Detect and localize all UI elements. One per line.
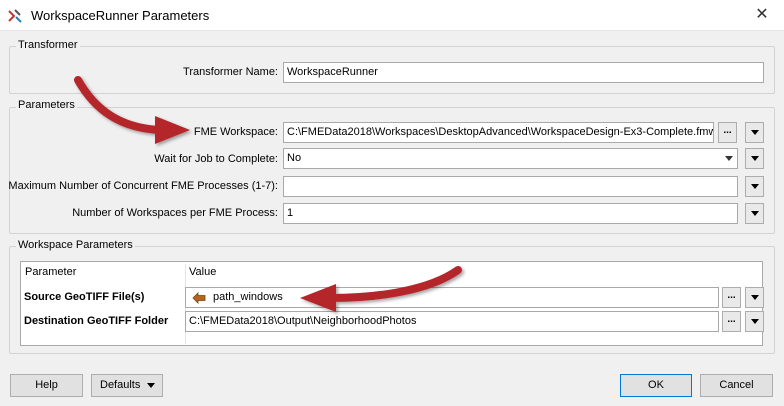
table-row-label: Destination GeoTIFF Folder [24, 315, 169, 327]
destination-geotiff-menu-button[interactable] [745, 311, 764, 332]
wait-for-job-value: No [287, 152, 302, 164]
max-processes-menu-button[interactable] [745, 176, 764, 197]
defaults-button[interactable]: Defaults [91, 374, 163, 397]
workspaces-per-process-input[interactable]: 1 [283, 203, 738, 224]
defaults-button-label: Defaults [100, 379, 141, 391]
source-geotiff-menu-button[interactable] [745, 287, 764, 308]
source-geotiff-value: path_windows [213, 291, 283, 303]
workspaces-per-process-menu-button[interactable] [745, 203, 764, 224]
window-title: WorkspaceRunner Parameters [31, 8, 210, 23]
chevron-down-icon [751, 156, 759, 161]
parameters-group-title: Parameters [16, 99, 77, 111]
wait-for-job-label: Wait for Job to Complete: [154, 153, 278, 165]
fme-workspace-input[interactable]: C:\FMEData2018\Workspaces\DesktopAdvance… [283, 122, 714, 143]
chevron-down-icon [751, 319, 759, 324]
table-row-label: Source GeoTIFF File(s) [24, 291, 145, 303]
source-geotiff-browse-button[interactable]: ... [722, 287, 741, 308]
fme-transformer-icon [8, 9, 22, 23]
close-icon[interactable]: ✕ [747, 4, 777, 26]
chevron-down-icon [725, 156, 733, 161]
fme-workspace-browse-button[interactable]: ... [718, 122, 737, 143]
column-header-parameter: Parameter [25, 266, 77, 278]
max-processes-label: Maximum Number of Concurrent FME Process… [8, 180, 278, 192]
transformer-name-label: Transformer Name: [183, 66, 278, 78]
ok-button[interactable]: OK [620, 374, 692, 397]
chevron-down-icon [751, 295, 759, 300]
title-bar: WorkspaceRunner Parameters ✕ [0, 0, 784, 31]
transformer-group-title: Transformer [16, 39, 80, 51]
help-button[interactable]: Help [10, 374, 83, 397]
chevron-down-icon [147, 383, 155, 388]
chevron-down-icon [751, 211, 759, 216]
fme-workspace-label: FME Workspace: [193, 126, 278, 138]
chevron-down-icon [751, 130, 759, 135]
transformer-name-input[interactable]: WorkspaceRunner [283, 62, 764, 83]
wait-for-job-select[interactable]: No [283, 148, 738, 169]
source-geotiff-input[interactable]: path_windows [185, 287, 719, 308]
chevron-down-icon [751, 184, 759, 189]
workspaces-per-process-label: Number of Workspaces per FME Process: [72, 207, 278, 219]
destination-geotiff-browse-button[interactable]: ... [722, 311, 741, 332]
workspace-parameters-group-title: Workspace Parameters [16, 239, 135, 251]
wait-for-job-menu-button[interactable] [745, 148, 764, 169]
cancel-button[interactable]: Cancel [700, 374, 773, 397]
fme-workspace-menu-button[interactable] [745, 122, 764, 143]
max-processes-input[interactable] [283, 176, 738, 197]
destination-geotiff-input[interactable]: C:\FMEData2018\Output\NeighborhoodPhotos [185, 311, 719, 332]
column-header-value: Value [189, 266, 217, 278]
attribute-arrow-icon [192, 292, 206, 304]
